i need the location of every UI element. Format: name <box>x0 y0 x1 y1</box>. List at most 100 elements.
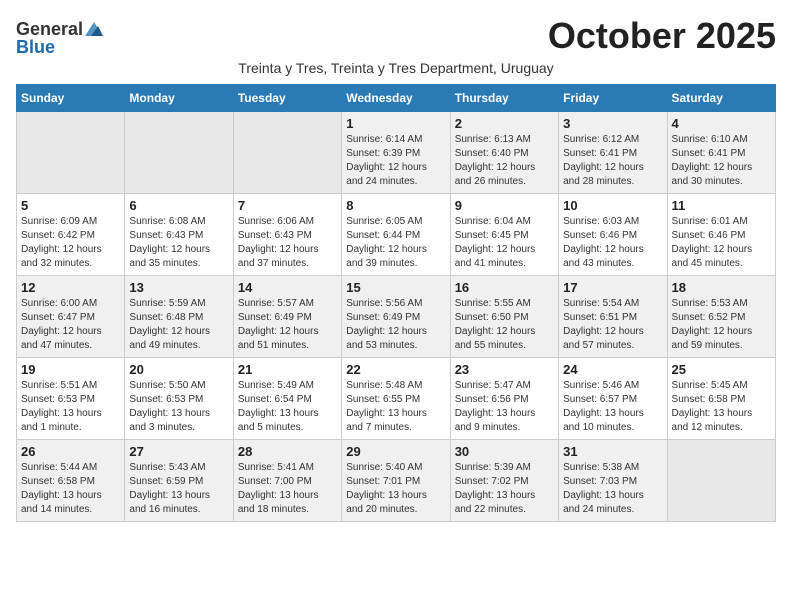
calendar-cell: 24Sunrise: 5:46 AM Sunset: 6:57 PM Dayli… <box>559 358 667 440</box>
day-number: 20 <box>129 362 228 377</box>
day-info: Sunrise: 5:50 AM Sunset: 6:53 PM Dayligh… <box>129 379 228 435</box>
day-info: Sunrise: 6:05 AM Sunset: 6:44 PM Dayligh… <box>346 215 445 271</box>
day-number: 23 <box>455 362 554 377</box>
calendar-header-sunday: Sunday <box>17 85 125 112</box>
day-number: 3 <box>563 116 662 131</box>
calendar-cell: 11 Sunrise: 6:01 AM Sunset: 6:46 PM Dayli… <box>667 194 775 276</box>
day-info: Sunrise: 6:03 AM Sunset: 6:46 PM Dayligh… <box>563 215 662 271</box>
day-info: Sunrise: 5:40 AM Sunset: 7:01 PM Dayligh… <box>346 461 445 517</box>
day-info: Sunrise: 5:45 AM Sunset: 6:58 PM Dayligh… <box>672 379 771 435</box>
calendar-cell: 30 Sunrise: 5:39 AM Sunset: 7:02 PM Dayli… <box>450 440 558 522</box>
day-info: Sunrise: 6:04 AM Sunset: 6:45 PM Dayligh… <box>455 215 554 271</box>
day-number: 13 <box>129 280 228 295</box>
calendar-cell <box>667 440 775 522</box>
calendar-cell: 22Sunrise: 5:48 AM Sunset: 6:55 PM Dayli… <box>342 358 450 440</box>
calendar-cell: 29 Sunrise: 5:40 AM Sunset: 7:01 PM Dayli… <box>342 440 450 522</box>
calendar-table: SundayMondayTuesdayWednesdayThursdayFrid… <box>16 84 776 522</box>
day-number: 16 <box>455 280 554 295</box>
day-info: Sunrise: 6:06 AM Sunset: 6:43 PM Dayligh… <box>238 215 337 271</box>
calendar-cell: 7 Sunrise: 6:06 AM Sunset: 6:43 PM Daylig… <box>233 194 341 276</box>
day-info: Sunrise: 5:57 AM Sunset: 6:49 PM Dayligh… <box>238 297 337 353</box>
calendar-week-row: 1Sunrise: 6:14 AM Sunset: 6:39 PM Daylig… <box>17 112 776 194</box>
calendar-cell: 4 Sunrise: 6:10 AM Sunset: 6:41 PM Daylig… <box>667 112 775 194</box>
calendar-cell: 28Sunrise: 5:41 AM Sunset: 7:00 PM Dayli… <box>233 440 341 522</box>
calendar-cell: 23 Sunrise: 5:47 AM Sunset: 6:56 PM Dayli… <box>450 358 558 440</box>
day-info: Sunrise: 6:08 AM Sunset: 6:43 PM Dayligh… <box>129 215 228 271</box>
day-number: 7 <box>238 198 337 213</box>
calendar-header-friday: Friday <box>559 85 667 112</box>
logo-blue-text: Blue <box>16 38 55 56</box>
subtitle: Treinta y Tres, Treinta y Tres Departmen… <box>16 60 776 76</box>
day-number: 2 <box>455 116 554 131</box>
day-number: 31 <box>563 444 662 459</box>
calendar-cell: 6 Sunrise: 6:08 AM Sunset: 6:43 PM Daylig… <box>125 194 233 276</box>
day-info: Sunrise: 6:13 AM Sunset: 6:40 PM Dayligh… <box>455 133 554 189</box>
calendar-header-monday: Monday <box>125 85 233 112</box>
day-number: 5 <box>21 198 120 213</box>
day-number: 18 <box>672 280 771 295</box>
day-info: Sunrise: 5:41 AM Sunset: 7:00 PM Dayligh… <box>238 461 337 517</box>
calendar-cell: 21 Sunrise: 5:49 AM Sunset: 6:54 PM Dayli… <box>233 358 341 440</box>
calendar-week-row: 19 Sunrise: 5:51 AM Sunset: 6:53 PM Dayli… <box>17 358 776 440</box>
day-info: Sunrise: 5:59 AM Sunset: 6:48 PM Dayligh… <box>129 297 228 353</box>
calendar-cell: 20 Sunrise: 5:50 AM Sunset: 6:53 PM Dayli… <box>125 358 233 440</box>
day-info: Sunrise: 6:01 AM Sunset: 6:46 PM Dayligh… <box>672 215 771 271</box>
calendar-header-thursday: Thursday <box>450 85 558 112</box>
day-info: Sunrise: 5:54 AM Sunset: 6:51 PM Dayligh… <box>563 297 662 353</box>
day-number: 15 <box>346 280 445 295</box>
calendar-cell: 14Sunrise: 5:57 AM Sunset: 6:49 PM Dayli… <box>233 276 341 358</box>
logo-general-text: General <box>16 20 83 38</box>
calendar-cell: 1Sunrise: 6:14 AM Sunset: 6:39 PM Daylig… <box>342 112 450 194</box>
calendar-cell: 3 Sunrise: 6:12 AM Sunset: 6:41 PM Daylig… <box>559 112 667 194</box>
day-info: Sunrise: 5:47 AM Sunset: 6:56 PM Dayligh… <box>455 379 554 435</box>
day-number: 21 <box>238 362 337 377</box>
calendar-header-row: SundayMondayTuesdayWednesdayThursdayFrid… <box>17 85 776 112</box>
day-info: Sunrise: 6:00 AM Sunset: 6:47 PM Dayligh… <box>21 297 120 353</box>
day-number: 12 <box>21 280 120 295</box>
calendar-cell: 15 Sunrise: 5:56 AM Sunset: 6:49 PM Dayli… <box>342 276 450 358</box>
calendar-cell: 19 Sunrise: 5:51 AM Sunset: 6:53 PM Dayli… <box>17 358 125 440</box>
day-info: Sunrise: 5:56 AM Sunset: 6:49 PM Dayligh… <box>346 297 445 353</box>
day-info: Sunrise: 6:09 AM Sunset: 6:42 PM Dayligh… <box>21 215 120 271</box>
day-number: 25 <box>672 362 771 377</box>
day-number: 11 <box>672 198 771 213</box>
calendar-cell <box>17 112 125 194</box>
calendar-cell: 12 Sunrise: 6:00 AM Sunset: 6:47 PM Dayli… <box>17 276 125 358</box>
day-info: Sunrise: 6:10 AM Sunset: 6:41 PM Dayligh… <box>672 133 771 189</box>
calendar-cell <box>125 112 233 194</box>
day-info: Sunrise: 5:53 AM Sunset: 6:52 PM Dayligh… <box>672 297 771 353</box>
day-number: 22 <box>346 362 445 377</box>
day-info: Sunrise: 5:43 AM Sunset: 6:59 PM Dayligh… <box>129 461 228 517</box>
day-info: Sunrise: 5:55 AM Sunset: 6:50 PM Dayligh… <box>455 297 554 353</box>
calendar-cell: 8Sunrise: 6:05 AM Sunset: 6:44 PM Daylig… <box>342 194 450 276</box>
calendar-cell: 2 Sunrise: 6:13 AM Sunset: 6:40 PM Daylig… <box>450 112 558 194</box>
calendar-week-row: 5 Sunrise: 6:09 AM Sunset: 6:42 PM Daylig… <box>17 194 776 276</box>
calendar-cell: 31Sunrise: 5:38 AM Sunset: 7:03 PM Dayli… <box>559 440 667 522</box>
calendar-cell: 13 Sunrise: 5:59 AM Sunset: 6:48 PM Dayli… <box>125 276 233 358</box>
day-number: 9 <box>455 198 554 213</box>
day-number: 30 <box>455 444 554 459</box>
day-number: 4 <box>672 116 771 131</box>
calendar-week-row: 26 Sunrise: 5:44 AM Sunset: 6:58 PM Dayli… <box>17 440 776 522</box>
day-number: 29 <box>346 444 445 459</box>
calendar-cell <box>233 112 341 194</box>
day-number: 26 <box>21 444 120 459</box>
day-number: 6 <box>129 198 228 213</box>
calendar-header-tuesday: Tuesday <box>233 85 341 112</box>
calendar-cell: 5 Sunrise: 6:09 AM Sunset: 6:42 PM Daylig… <box>17 194 125 276</box>
day-info: Sunrise: 6:12 AM Sunset: 6:41 PM Dayligh… <box>563 133 662 189</box>
day-number: 19 <box>21 362 120 377</box>
calendar-cell: 27 Sunrise: 5:43 AM Sunset: 6:59 PM Dayli… <box>125 440 233 522</box>
calendar-cell: 10Sunrise: 6:03 AM Sunset: 6:46 PM Dayli… <box>559 194 667 276</box>
month-title: October 2025 <box>548 16 776 56</box>
day-number: 27 <box>129 444 228 459</box>
day-info: Sunrise: 5:44 AM Sunset: 6:58 PM Dayligh… <box>21 461 120 517</box>
calendar-cell: 16 Sunrise: 5:55 AM Sunset: 6:50 PM Dayli… <box>450 276 558 358</box>
day-info: Sunrise: 5:39 AM Sunset: 7:02 PM Dayligh… <box>455 461 554 517</box>
calendar-cell: 26 Sunrise: 5:44 AM Sunset: 6:58 PM Dayli… <box>17 440 125 522</box>
calendar-week-row: 12 Sunrise: 6:00 AM Sunset: 6:47 PM Dayli… <box>17 276 776 358</box>
day-info: Sunrise: 5:51 AM Sunset: 6:53 PM Dayligh… <box>21 379 120 435</box>
logo-icon <box>85 22 103 36</box>
day-number: 24 <box>563 362 662 377</box>
day-info: Sunrise: 5:49 AM Sunset: 6:54 PM Dayligh… <box>238 379 337 435</box>
